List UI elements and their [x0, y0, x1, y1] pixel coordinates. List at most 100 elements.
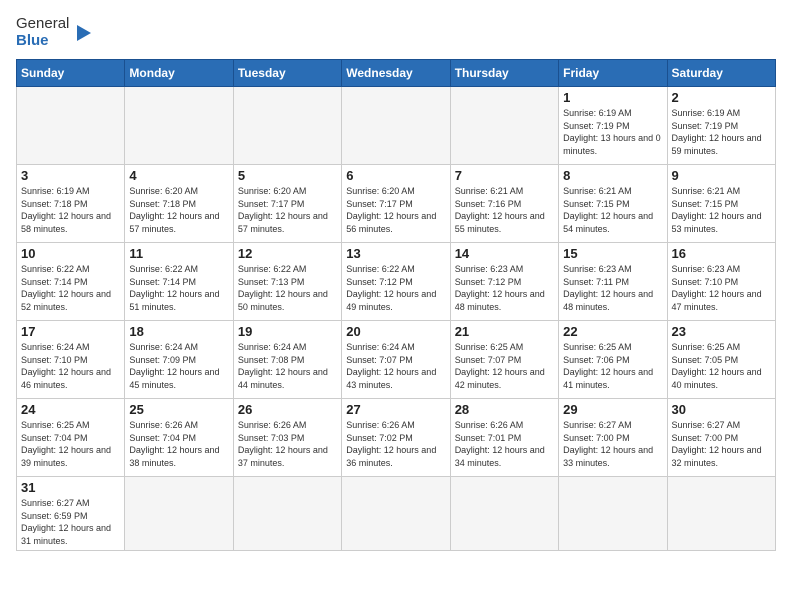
calendar-day-cell: 4Sunrise: 6:20 AM Sunset: 7:18 PM Daylig… — [125, 165, 233, 243]
calendar-day-cell: 6Sunrise: 6:20 AM Sunset: 7:17 PM Daylig… — [342, 165, 450, 243]
calendar-day-cell: 7Sunrise: 6:21 AM Sunset: 7:16 PM Daylig… — [450, 165, 558, 243]
day-info: Sunrise: 6:25 AM Sunset: 7:04 PM Dayligh… — [21, 419, 120, 469]
day-number: 5 — [238, 168, 337, 183]
calendar-day-cell — [125, 87, 233, 165]
calendar-day-cell: 31Sunrise: 6:27 AM Sunset: 6:59 PM Dayli… — [17, 477, 125, 551]
day-number: 22 — [563, 324, 662, 339]
day-info: Sunrise: 6:23 AM Sunset: 7:11 PM Dayligh… — [563, 263, 662, 313]
day-info: Sunrise: 6:23 AM Sunset: 7:12 PM Dayligh… — [455, 263, 554, 313]
calendar-day-cell: 22 Sunrise: 6:25 AM Sunset: 7:06 PM Dayli… — [559, 321, 667, 399]
day-info: Sunrise: 6:19 AM Sunset: 7:18 PM Dayligh… — [21, 185, 120, 235]
calendar-day-cell: 16 Sunrise: 6:23 AM Sunset: 7:10 PM Dayli… — [667, 243, 775, 321]
calendar-day-cell: 14 Sunrise: 6:23 AM Sunset: 7:12 PM Dayli… — [450, 243, 558, 321]
weekday-header-friday: Friday — [559, 60, 667, 87]
calendar-day-cell: 30Sunrise: 6:27 AM Sunset: 7:00 PM Dayli… — [667, 399, 775, 477]
calendar-week-row: 1 Sunrise: 6:19 AM Sunset: 7:19 PM Daylig… — [17, 87, 776, 165]
calendar-day-cell — [233, 87, 341, 165]
calendar-day-cell: 28Sunrise: 6:26 AM Sunset: 7:01 PM Dayli… — [450, 399, 558, 477]
calendar-week-row: 24 Sunrise: 6:25 AM Sunset: 7:04 PM Dayli… — [17, 399, 776, 477]
day-info: Sunrise: 6:27 AM Sunset: 7:00 PM Dayligh… — [672, 419, 771, 469]
day-info: Sunrise: 6:21 AM Sunset: 7:16 PM Dayligh… — [455, 185, 554, 235]
day-info: Sunrise: 6:26 AM Sunset: 7:03 PM Dayligh… — [238, 419, 337, 469]
calendar-day-cell — [559, 477, 667, 551]
logo-arrow-icon — [77, 25, 91, 41]
day-number: 2 — [672, 90, 771, 105]
day-info: Sunrise: 6:25 AM Sunset: 7:07 PM Dayligh… — [455, 341, 554, 391]
day-number: 28 — [455, 402, 554, 417]
day-number: 11 — [129, 246, 228, 261]
calendar-day-cell: 12 Sunrise: 6:22 AM Sunset: 7:13 PM Dayli… — [233, 243, 341, 321]
day-number: 21 — [455, 324, 554, 339]
calendar-day-cell: 25 Sunrise: 6:26 AM Sunset: 7:04 PM Dayli… — [125, 399, 233, 477]
calendar-day-cell: 27 Sunrise: 6:26 AM Sunset: 7:02 PM Dayli… — [342, 399, 450, 477]
calendar-day-cell: 2Sunrise: 6:19 AM Sunset: 7:19 PM Daylig… — [667, 87, 775, 165]
day-number: 16 — [672, 246, 771, 261]
calendar-day-cell: 24 Sunrise: 6:25 AM Sunset: 7:04 PM Dayli… — [17, 399, 125, 477]
weekday-header-row: SundayMondayTuesdayWednesdayThursdayFrid… — [17, 60, 776, 87]
calendar-day-cell: 29Sunrise: 6:27 AM Sunset: 7:00 PM Dayli… — [559, 399, 667, 477]
day-number: 25 — [129, 402, 228, 417]
day-number: 18 — [129, 324, 228, 339]
day-info: Sunrise: 6:22 AM Sunset: 7:13 PM Dayligh… — [238, 263, 337, 313]
calendar-day-cell — [667, 477, 775, 551]
day-info: Sunrise: 6:21 AM Sunset: 7:15 PM Dayligh… — [563, 185, 662, 235]
day-info: Sunrise: 6:20 AM Sunset: 7:17 PM Dayligh… — [346, 185, 445, 235]
day-number: 13 — [346, 246, 445, 261]
day-number: 17 — [21, 324, 120, 339]
day-info: Sunrise: 6:19 AM Sunset: 7:19 PM Dayligh… — [563, 107, 662, 157]
weekday-header-monday: Monday — [125, 60, 233, 87]
day-info: Sunrise: 6:26 AM Sunset: 7:04 PM Dayligh… — [129, 419, 228, 469]
calendar-day-cell: 8 Sunrise: 6:21 AM Sunset: 7:15 PM Daylig… — [559, 165, 667, 243]
calendar-day-cell: 1 Sunrise: 6:19 AM Sunset: 7:19 PM Daylig… — [559, 87, 667, 165]
day-number: 24 — [21, 402, 120, 417]
day-info: Sunrise: 6:23 AM Sunset: 7:10 PM Dayligh… — [672, 263, 771, 313]
calendar-day-cell: 9 Sunrise: 6:21 AM Sunset: 7:15 PM Daylig… — [667, 165, 775, 243]
day-number: 31 — [21, 480, 120, 495]
calendar-week-row: 10 Sunrise: 6:22 AM Sunset: 7:14 PM Dayli… — [17, 243, 776, 321]
day-number: 14 — [455, 246, 554, 261]
day-info: Sunrise: 6:26 AM Sunset: 7:02 PM Dayligh… — [346, 419, 445, 469]
day-info: Sunrise: 6:24 AM Sunset: 7:09 PM Dayligh… — [129, 341, 228, 391]
day-info: Sunrise: 6:24 AM Sunset: 7:08 PM Dayligh… — [238, 341, 337, 391]
calendar-day-cell: 26 Sunrise: 6:26 AM Sunset: 7:03 PM Dayli… — [233, 399, 341, 477]
calendar-day-cell — [342, 87, 450, 165]
weekday-header-saturday: Saturday — [667, 60, 775, 87]
day-number: 26 — [238, 402, 337, 417]
calendar-day-cell: 23 Sunrise: 6:25 AM Sunset: 7:05 PM Dayli… — [667, 321, 775, 399]
calendar-table: SundayMondayTuesdayWednesdayThursdayFrid… — [16, 59, 776, 551]
day-number: 19 — [238, 324, 337, 339]
calendar-day-cell: 3 Sunrise: 6:19 AM Sunset: 7:18 PM Daylig… — [17, 165, 125, 243]
day-info: Sunrise: 6:25 AM Sunset: 7:05 PM Dayligh… — [672, 341, 771, 391]
day-number: 20 — [346, 324, 445, 339]
calendar-day-cell: 19 Sunrise: 6:24 AM Sunset: 7:08 PM Dayli… — [233, 321, 341, 399]
day-info: Sunrise: 6:21 AM Sunset: 7:15 PM Dayligh… — [672, 185, 771, 235]
calendar-day-cell — [125, 477, 233, 551]
day-number: 8 — [563, 168, 662, 183]
day-number: 23 — [672, 324, 771, 339]
calendar-day-cell — [450, 87, 558, 165]
calendar-day-cell: 17 Sunrise: 6:24 AM Sunset: 7:10 PM Dayli… — [17, 321, 125, 399]
calendar-day-cell: 15 Sunrise: 6:23 AM Sunset: 7:11 PM Dayli… — [559, 243, 667, 321]
day-number: 3 — [21, 168, 120, 183]
day-number: 10 — [21, 246, 120, 261]
calendar-day-cell: 21 Sunrise: 6:25 AM Sunset: 7:07 PM Dayli… — [450, 321, 558, 399]
logo-general-text: General — [16, 16, 69, 33]
weekday-header-thursday: Thursday — [450, 60, 558, 87]
calendar-day-cell: 11Sunrise: 6:22 AM Sunset: 7:14 PM Dayli… — [125, 243, 233, 321]
logo-blue-text: Blue — [16, 33, 69, 50]
calendar-day-cell: 5Sunrise: 6:20 AM Sunset: 7:17 PM Daylig… — [233, 165, 341, 243]
page-header: GeneralBlue — [16, 16, 776, 49]
day-number: 15 — [563, 246, 662, 261]
calendar-day-cell — [450, 477, 558, 551]
day-number: 4 — [129, 168, 228, 183]
day-number: 12 — [238, 246, 337, 261]
day-info: Sunrise: 6:24 AM Sunset: 7:10 PM Dayligh… — [21, 341, 120, 391]
calendar-week-row: 31Sunrise: 6:27 AM Sunset: 6:59 PM Dayli… — [17, 477, 776, 551]
day-number: 27 — [346, 402, 445, 417]
day-info: Sunrise: 6:22 AM Sunset: 7:12 PM Dayligh… — [346, 263, 445, 313]
day-info: Sunrise: 6:22 AM Sunset: 7:14 PM Dayligh… — [21, 263, 120, 313]
calendar-day-cell — [233, 477, 341, 551]
day-number: 9 — [672, 168, 771, 183]
day-number: 1 — [563, 90, 662, 105]
day-info: Sunrise: 6:25 AM Sunset: 7:06 PM Dayligh… — [563, 341, 662, 391]
